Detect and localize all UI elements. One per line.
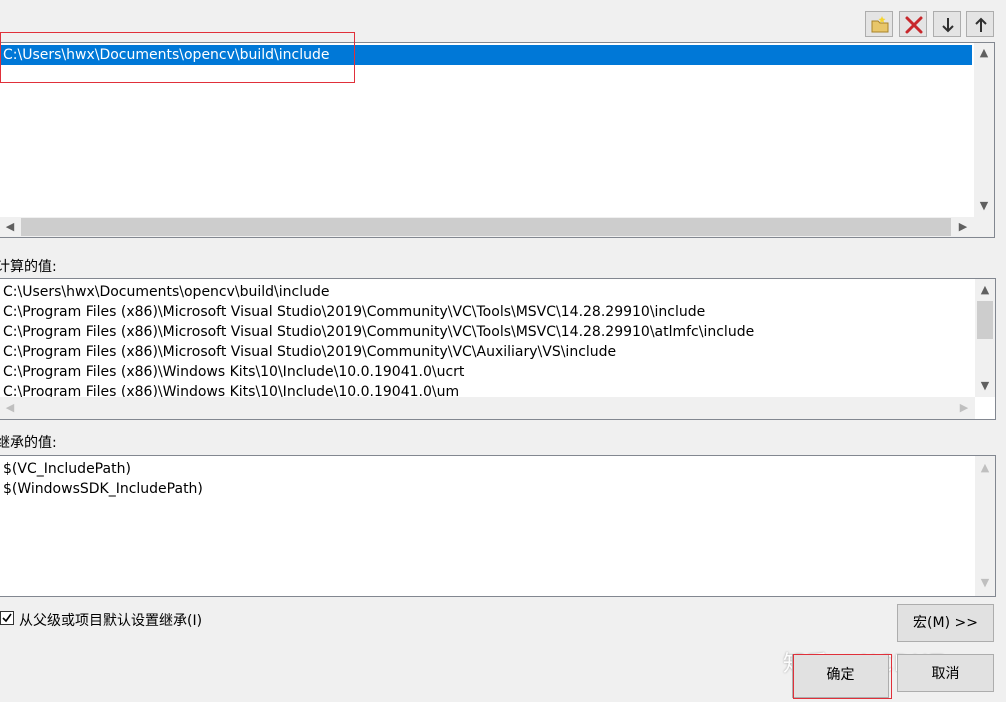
evaluated-values-box: C:\Users\hwx\Documents\opencv\build\incl…	[0, 278, 996, 420]
inherited-values-label: 继承的值:	[0, 432, 57, 452]
inherit-checkbox[interactable]	[0, 611, 14, 625]
inherited-line: $(VC_IncludePath)	[3, 459, 131, 479]
inherited-values-box: $(VC_IncludePath) $(WindowsSDK_IncludePa…	[0, 455, 996, 597]
list-item-selected[interactable]: C:\Users\hwx\Documents\opencv\build\incl…	[0, 45, 972, 65]
evaluated-vertical-scrollbar[interactable]: ▲ ▼	[975, 279, 995, 397]
inherited-vertical-scrollbar[interactable]: ▲ ▼	[975, 456, 995, 596]
inherited-line: $(WindowsSDK_IncludePath)	[3, 479, 203, 499]
scroll-down-arrow-icon[interactable]: ▼	[976, 199, 992, 213]
scroll-left-arrow-icon[interactable]: ◀	[2, 401, 18, 415]
move-down-icon	[938, 15, 958, 35]
evaluated-line: C:\Program Files (x86)\Microsoft Visual …	[3, 302, 705, 322]
delete-button[interactable]	[899, 11, 927, 37]
scroll-right-arrow-icon[interactable]: ▶	[955, 220, 971, 234]
evaluated-line: C:\Program Files (x86)\Microsoft Visual …	[3, 322, 754, 342]
list-vertical-scrollbar[interactable]: ▲ ▼	[974, 43, 994, 217]
evaluated-values-label: 计算的值:	[0, 256, 57, 276]
evaluated-horizontal-scrollbar[interactable]: ◀ ▶	[0, 397, 975, 419]
scroll-left-arrow-icon[interactable]: ◀	[2, 220, 18, 234]
move-up-button[interactable]	[966, 11, 994, 37]
scroll-up-arrow-icon[interactable]: ▲	[976, 46, 992, 60]
scroll-up-arrow-icon[interactable]: ▲	[977, 283, 993, 297]
macros-button[interactable]: 宏(M) >>	[897, 604, 994, 642]
move-down-button[interactable]	[933, 11, 961, 37]
vertical-scroll-thumb[interactable]	[977, 301, 993, 339]
new-folder-icon	[870, 15, 890, 35]
move-up-icon	[971, 15, 991, 35]
scroll-down-arrow-icon[interactable]: ▼	[977, 576, 993, 590]
checkmark-icon	[1, 612, 13, 624]
include-directories-list[interactable]: C:\Users\hwx\Documents\opencv\build\incl…	[0, 42, 995, 238]
delete-icon	[904, 15, 924, 35]
inherit-checkbox-label[interactable]: 从父级或项目默认设置继承(I)	[19, 610, 202, 630]
evaluated-line: C:\Users\hwx\Documents\opencv\build\incl…	[3, 282, 330, 302]
scroll-down-arrow-icon[interactable]: ▼	[977, 379, 993, 393]
scroll-up-arrow-icon[interactable]: ▲	[977, 461, 993, 475]
new-folder-button[interactable]	[865, 11, 893, 37]
evaluated-line: C:\Program Files (x86)\Windows Kits\10\I…	[3, 362, 464, 382]
cancel-button[interactable]: 取消	[897, 654, 994, 692]
evaluated-line: C:\Program Files (x86)\Microsoft Visual …	[3, 342, 616, 362]
horizontal-scroll-thumb[interactable]	[21, 218, 951, 236]
list-horizontal-scrollbar[interactable]: ◀ ▶	[0, 217, 994, 237]
ok-button[interactable]: 确定	[792, 654, 889, 698]
list-item-text: C:\Users\hwx\Documents\opencv\build\incl…	[3, 45, 330, 65]
scroll-right-arrow-icon[interactable]: ▶	[956, 401, 972, 415]
